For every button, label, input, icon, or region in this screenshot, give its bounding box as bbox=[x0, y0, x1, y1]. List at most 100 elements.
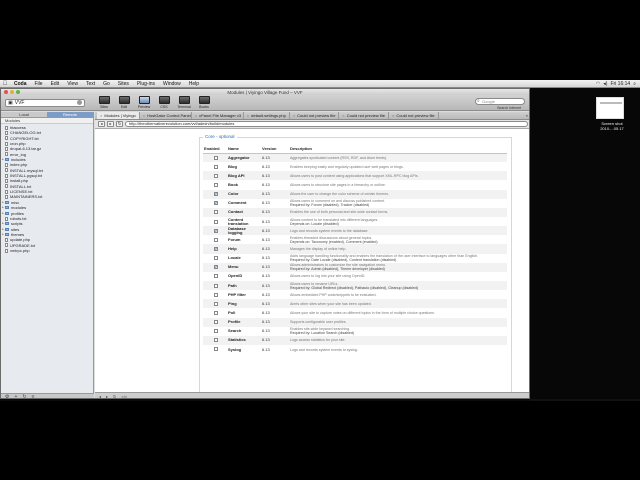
books-button[interactable]: Books bbox=[195, 96, 213, 109]
menu-sites[interactable]: Sites bbox=[114, 81, 133, 87]
forward-button[interactable]: ▸ bbox=[107, 121, 114, 127]
menu-text[interactable]: Text bbox=[82, 81, 99, 87]
module-name: Poll bbox=[227, 308, 261, 318]
module-enable-checkbox[interactable] bbox=[213, 310, 218, 315]
module-version: 6.13 bbox=[261, 317, 289, 327]
apple-menu-icon[interactable]:  bbox=[0, 81, 10, 87]
document-tab[interactable]: × HostGator Control Panel bbox=[140, 112, 192, 119]
minimize-window-icon[interactable] bbox=[10, 90, 14, 94]
module-enable-checkbox[interactable] bbox=[213, 210, 218, 215]
module-enable-checkbox[interactable]: ✓ bbox=[213, 192, 218, 197]
clear-site-icon[interactable] bbox=[77, 100, 82, 105]
tab-remote[interactable]: Remote bbox=[47, 112, 93, 117]
menu-icon[interactable]: ≡ bbox=[32, 394, 35, 398]
close-tab-icon[interactable]: × bbox=[247, 113, 249, 118]
forward-nav-icon[interactable]: ▸ bbox=[106, 394, 108, 398]
menu-go[interactable]: Go bbox=[99, 81, 114, 87]
volume-icon[interactable]: ◂) bbox=[603, 81, 607, 87]
settings-icon[interactable]: ⚙ bbox=[5, 394, 9, 398]
module-enable-checkbox[interactable] bbox=[213, 283, 218, 288]
module-name: Aggregator bbox=[227, 153, 261, 163]
module-enable-checkbox[interactable]: ✓ bbox=[213, 228, 218, 233]
close-tab-icon[interactable]: × bbox=[100, 113, 102, 118]
module-enable-checkbox[interactable] bbox=[213, 274, 218, 279]
module-row: Blog API 6.13 Allows users to post content… bbox=[203, 171, 507, 181]
close-tab-icon[interactable]: × bbox=[392, 113, 394, 118]
spotlight-icon[interactable]: ⌕ bbox=[633, 81, 636, 87]
document-tab[interactable]: × Modules | Viyingo bbox=[97, 112, 140, 119]
table-header-row: Enabled Name Version Description bbox=[203, 145, 507, 154]
module-enable-checkbox[interactable] bbox=[213, 320, 218, 325]
preview-button[interactable]: Preview bbox=[135, 96, 153, 109]
document-tab[interactable]: × Could not preview file bbox=[339, 112, 390, 119]
sites-button[interactable]: Sites bbox=[95, 96, 113, 109]
refresh-icon[interactable]: ↻ bbox=[22, 394, 26, 398]
module-enable-checkbox[interactable] bbox=[213, 155, 218, 160]
menu-file[interactable]: File bbox=[31, 81, 47, 87]
css-button[interactable]: CSS bbox=[155, 96, 173, 109]
menu-view[interactable]: View bbox=[63, 81, 82, 87]
document-tab[interactable]: × Could not preview file bbox=[389, 112, 439, 119]
toolbar-buttons: Sites Edit Preview CSS Terminal Books bbox=[93, 96, 213, 109]
search-scope-label[interactable]: Search Internet bbox=[497, 106, 521, 110]
module-enable-checkbox[interactable]: ✓ bbox=[213, 201, 218, 206]
module-enable-checkbox[interactable] bbox=[213, 237, 218, 242]
module-enable-checkbox[interactable]: ✓ bbox=[213, 246, 218, 251]
file-item[interactable]: xmlrpc.php bbox=[1, 248, 93, 253]
back-nav-icon[interactable]: ◂ bbox=[99, 394, 101, 398]
document-tab[interactable]: × cPanel File Manager v3 bbox=[192, 112, 244, 119]
close-window-icon[interactable] bbox=[4, 90, 8, 94]
screenshot-file-icon[interactable] bbox=[596, 97, 624, 119]
module-enable-checkbox[interactable] bbox=[213, 338, 218, 343]
close-tab-icon[interactable]: × bbox=[342, 113, 344, 118]
close-tab-icon[interactable]: × bbox=[143, 113, 145, 118]
menu-plugins[interactable]: Plug-ins bbox=[133, 81, 159, 87]
module-enable-checkbox[interactable] bbox=[213, 301, 218, 306]
module-version: 6.13 bbox=[261, 271, 289, 281]
search-input[interactable]: Google bbox=[475, 98, 525, 105]
file-icon bbox=[5, 248, 8, 253]
module-enable-checkbox[interactable] bbox=[213, 329, 218, 334]
module-version: 6.13 bbox=[261, 226, 289, 236]
module-enable-checkbox[interactable] bbox=[213, 173, 218, 178]
module-enable-checkbox[interactable] bbox=[213, 292, 218, 297]
back-button[interactable]: ◂ bbox=[98, 121, 105, 127]
module-version: 6.13 bbox=[261, 171, 289, 181]
reload-button[interactable]: ↻ bbox=[116, 121, 123, 127]
enabled-cell bbox=[203, 308, 227, 318]
close-tab-icon[interactable]: × bbox=[293, 113, 295, 118]
close-tab-icon[interactable]: × bbox=[195, 113, 197, 118]
module-enable-checkbox[interactable] bbox=[213, 256, 218, 261]
enabled-cell: ✓ bbox=[203, 189, 227, 199]
reload-nav-icon[interactable]: ↻ bbox=[113, 394, 116, 398]
fieldset-legend[interactable]: Core - optional bbox=[203, 134, 237, 139]
url-input[interactable]: http://theothernativerevolution.com/vvf/… bbox=[125, 121, 528, 127]
menu-edit[interactable]: Edit bbox=[47, 81, 64, 87]
edit-button[interactable]: Edit bbox=[115, 96, 133, 109]
folder-icon bbox=[5, 222, 9, 226]
code-view-icon[interactable]: </> bbox=[121, 394, 127, 398]
module-row: ✓ Menu 6.13 Allows administrators to custom… bbox=[203, 262, 507, 272]
zoom-window-icon[interactable] bbox=[16, 90, 20, 94]
module-enable-checkbox[interactable]: ✓ bbox=[213, 265, 218, 270]
wifi-icon[interactable]: ◠ bbox=[596, 81, 600, 87]
more-tabs-icon[interactable]: » bbox=[523, 112, 529, 119]
menu-help[interactable]: Help bbox=[185, 81, 203, 87]
tab-local[interactable]: Local bbox=[1, 112, 47, 117]
document-tab[interactable]: × default.settings.php bbox=[244, 112, 290, 119]
add-icon[interactable]: + bbox=[14, 394, 17, 398]
module-enable-checkbox[interactable] bbox=[213, 347, 218, 352]
menu-app[interactable]: Coda bbox=[10, 81, 31, 87]
document-tab[interactable]: × Could not preview file bbox=[290, 112, 340, 119]
module-enable-checkbox[interactable] bbox=[213, 164, 218, 169]
module-name: Comment bbox=[227, 198, 261, 208]
terminal-button[interactable]: Terminal bbox=[175, 96, 193, 109]
menu-window[interactable]: Window bbox=[159, 81, 185, 87]
module-description-cell: Adds language handling functionality and… bbox=[289, 253, 507, 263]
document-tabs: × Modules | Viyingo × HostGator Control Pan… bbox=[95, 112, 529, 120]
site-selector[interactable]: ▣ VVF bbox=[5, 98, 85, 107]
clock[interactable]: Fri 16:14 bbox=[610, 81, 630, 87]
module-enable-checkbox[interactable] bbox=[213, 182, 218, 187]
screenshot-file-label[interactable]: Screen shot 2010-...05.17 bbox=[588, 121, 636, 131]
module-enable-checkbox[interactable] bbox=[213, 219, 218, 224]
